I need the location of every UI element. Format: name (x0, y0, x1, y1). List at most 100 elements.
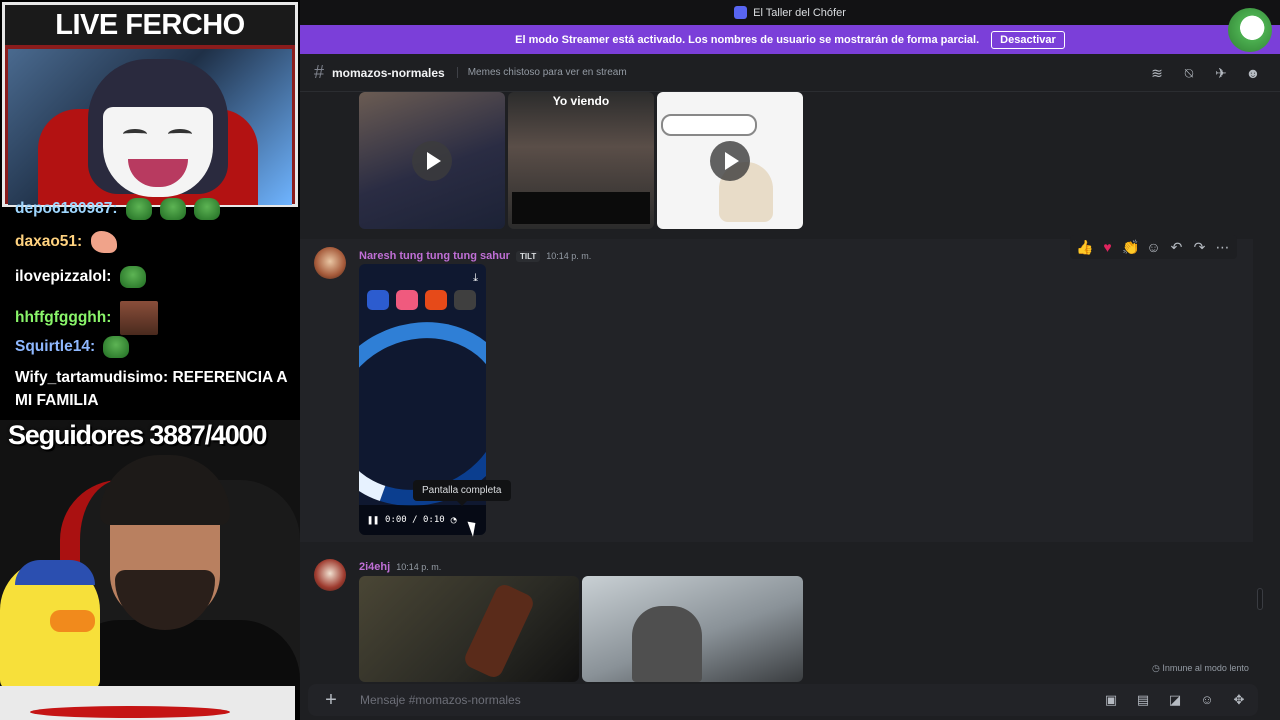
video-time: 0:00 / 0:10 (385, 515, 445, 525)
speech-bubble (661, 114, 757, 136)
clock-icon: ◷ (1152, 663, 1160, 673)
threads-icon[interactable]: ≋ (1148, 64, 1166, 82)
app-icons-row (367, 290, 476, 310)
channel-header: # momazos-normales Memes chistoso para v… (300, 54, 1280, 92)
emoji-icon[interactable]: ☺ (1198, 691, 1216, 709)
stream-title: LIVE FERCHO REACTION (5, 5, 295, 81)
chat-line: ilovepizzalol: (15, 266, 146, 288)
chat-line: Wify_tartamudisimo: REFERENCIA A MI FAMI… (15, 366, 295, 412)
chat-username: Wify_tartamudisimo: (15, 369, 169, 386)
avatar[interactable] (314, 559, 346, 591)
hand-emote-icon (90, 231, 117, 253)
app-icon (396, 290, 418, 310)
person-hair (100, 455, 230, 525)
chat-line: hhffgfggghh: (15, 301, 158, 335)
volume-icon[interactable]: ◔ (451, 515, 457, 526)
plus-icon[interactable]: + (320, 689, 342, 712)
censor-bar (512, 192, 650, 224)
overlay-bottom-strip (0, 686, 295, 720)
message-header: 2i4ehj 10:14 p. m. (359, 561, 441, 573)
bottle-image (461, 581, 537, 681)
follower-goal: Seguidores 3887/4000 (8, 420, 267, 450)
face-emote-icon (119, 301, 158, 335)
composer-toolbar: ▣ ▤ ◪ ☺ ✥ (1102, 691, 1248, 709)
scrollbar[interactable] (1257, 92, 1263, 682)
clap-icon[interactable]: 👏 (1122, 239, 1139, 256)
chat-username: Squirtle14: (15, 338, 96, 356)
video-attachment[interactable] (657, 92, 803, 229)
media-caption: Yo viendo (552, 94, 610, 108)
app-icon (454, 290, 476, 310)
discord-window: El Taller del Chófer El modo Streamer es… (300, 0, 1280, 720)
duck-hat (15, 560, 95, 585)
message-header: Naresh tung tung tung sahur TILT 10:14 p… (359, 250, 591, 262)
stream-overlay: LIVE FERCHO REACTION depo6180987: daxao5… (0, 0, 300, 720)
fullscreen-tooltip: Pantalla completa (413, 480, 511, 506)
pin-icon[interactable]: ✈ (1212, 64, 1230, 82)
avatar-cam (8, 49, 292, 205)
chat-username: daxao51: (15, 233, 83, 251)
message-input[interactable] (360, 693, 960, 707)
username[interactable]: Naresh tung tung tung sahur (359, 250, 510, 262)
chat-line: Squirtle14: (15, 336, 130, 358)
app-icon (367, 290, 389, 310)
timestamp: 10:14 p. m. (546, 251, 592, 261)
forward-icon[interactable]: ↷ (1191, 239, 1208, 256)
server-icon (734, 6, 748, 19)
download-icon[interactable]: ⤓ (473, 272, 478, 285)
video-attachment[interactable] (359, 92, 505, 229)
image-attachment[interactable] (359, 576, 579, 682)
avatar-eye-right (168, 129, 192, 139)
emote-icon (125, 198, 152, 220)
sticker-icon[interactable]: ◪ (1166, 691, 1184, 709)
streamer-cam-frame: LIVE FERCHO REACTION (2, 2, 298, 207)
emote-icon (194, 198, 221, 220)
title-bar: El Taller del Chófer (300, 0, 1280, 25)
slowmode-text: Inmune al modo lento (1162, 663, 1249, 673)
emote-icon (160, 198, 187, 220)
mute-icon[interactable]: ⍉ (1180, 64, 1198, 82)
server-tag[interactable]: TILT (515, 250, 541, 262)
video-attachment[interactable]: Yo viendo (508, 92, 654, 229)
app-icon (425, 290, 447, 310)
image-attachment[interactable] (582, 576, 803, 682)
window-title: El Taller del Chófer (753, 6, 846, 19)
chat-username: hhffgfggghh: (15, 309, 112, 327)
emote-icon (119, 266, 146, 288)
timestamp: 10:14 p. m. (396, 562, 442, 572)
message-list: Yo viendo 👍 ♥ 👏 ☺ ↶ ↷ ⋯ Naresh tung tung… (300, 92, 1262, 682)
avatar[interactable] (314, 247, 346, 279)
reply-icon[interactable]: ↶ (1168, 239, 1185, 256)
gif-icon[interactable]: ▤ (1134, 691, 1152, 709)
message-composer: + ▣ ▤ ◪ ☺ ✥ (308, 684, 1258, 716)
streamer-mode-banner: El modo Streamer está activado. Los nomb… (300, 25, 1280, 54)
video-controls: ❚❚ 0:00 / 0:10 ◔ (359, 505, 486, 535)
chat-username: depo6180987: (15, 200, 118, 218)
pause-icon[interactable]: ❚❚ (367, 515, 379, 526)
channel-name: momazos-normales (332, 65, 445, 80)
deactivate-streamer-button[interactable]: Desactivar (991, 30, 1065, 49)
thumbs-up-icon[interactable]: 👍 (1076, 239, 1093, 256)
scroll-thumb[interactable] (1257, 588, 1263, 610)
gift-icon[interactable]: ▣ (1102, 691, 1120, 709)
play-icon[interactable] (412, 140, 452, 181)
add-reaction-icon[interactable]: ☺ (1145, 239, 1162, 255)
heart-icon[interactable]: ♥ (1099, 239, 1116, 255)
message-actions: 👍 ♥ 👏 ☺ ↶ ↷ ⋯ (1070, 235, 1237, 259)
hash-icon: # (314, 62, 325, 82)
emote-icon (103, 336, 130, 358)
decorative-shape (30, 706, 230, 718)
header-toolbar: ≋ ⍉ ✈ ☻ (1148, 64, 1262, 82)
members-icon[interactable]: ☻ (1244, 64, 1262, 82)
username[interactable]: 2i4ehj (359, 561, 390, 573)
channel-topic: Memes chistoso para ver en stream (456, 67, 627, 78)
duck-bill (50, 610, 95, 632)
more-icon[interactable]: ⋯ (1214, 239, 1231, 256)
chat-line: depo6180987: (15, 198, 221, 220)
wolf-image (632, 606, 702, 682)
user-avatar-bubble[interactable] (1228, 8, 1272, 52)
apps-icon[interactable]: ✥ (1230, 691, 1248, 709)
streamer-banner-text: El modo Streamer está activado. Los nomb… (515, 33, 980, 46)
play-icon[interactable] (710, 140, 750, 181)
chat-line: daxao51: (15, 231, 117, 253)
